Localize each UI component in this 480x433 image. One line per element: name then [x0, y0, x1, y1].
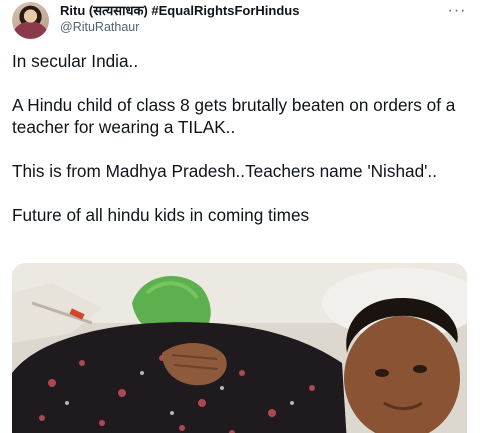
display-name[interactable]: Ritu (सत्यसाधक) #EqualRightsForHindus [60, 1, 299, 19]
tweet: Ritu (सत्यसाधक) #EqualRightsForHindus @R… [0, 0, 480, 433]
tweet-media-image[interactable] [12, 263, 467, 433]
tweet-text: In secular India.. A Hindu child of clas… [12, 50, 472, 226]
tweet-paragraph: In secular India.. [12, 51, 139, 71]
name-line: Ritu (सत्यसाधक) #EqualRightsForHindus [60, 2, 470, 18]
user-handle[interactable]: @RituRathaur [60, 20, 470, 34]
tweet-paragraph: This is from Madhya Pradesh..Teachers na… [12, 161, 437, 181]
avatar[interactable] [12, 2, 49, 39]
more-options-icon[interactable]: ··· [444, 2, 470, 20]
tweet-paragraph: Future of all hindu kids in coming times [12, 205, 310, 225]
tweet-paragraph: A Hindu child of class 8 gets brutally b… [12, 95, 456, 137]
tweet-header: Ritu (सत्यसाधक) #EqualRightsForHindus @R… [60, 2, 470, 36]
media-photo [12, 263, 467, 433]
